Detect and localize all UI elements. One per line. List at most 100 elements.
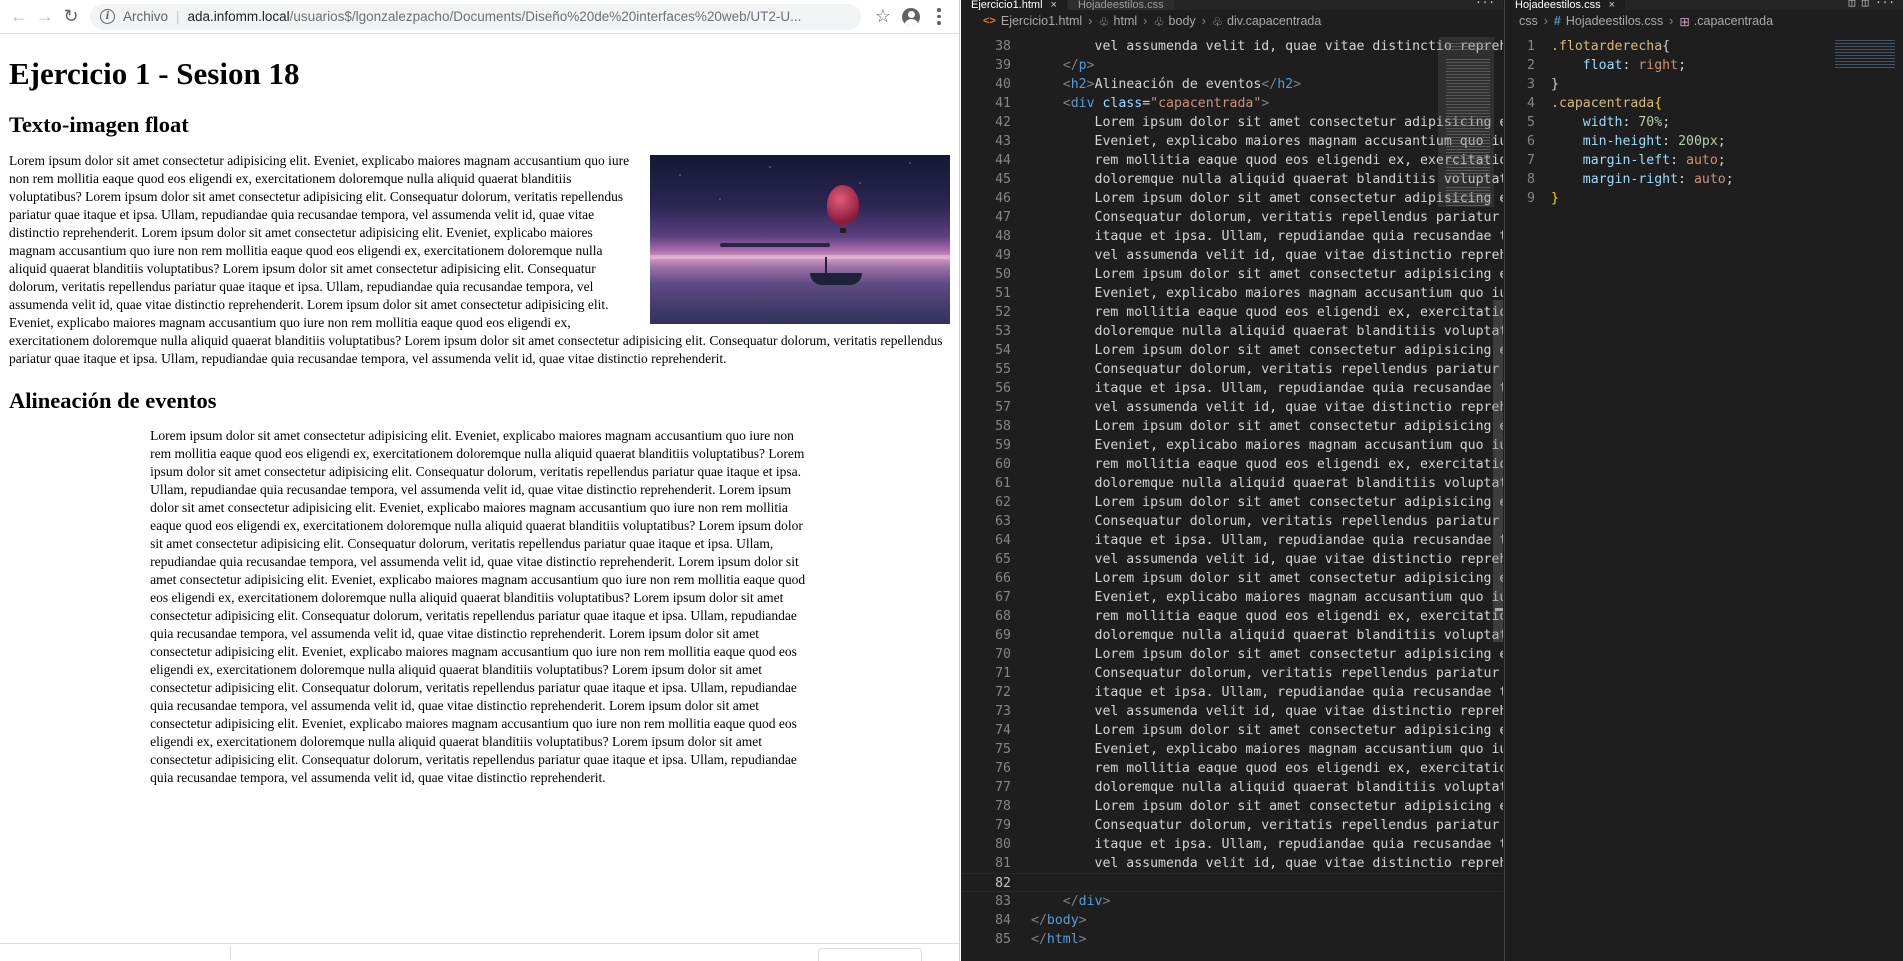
- breadcrumb-div[interactable]: div.capacentrada: [1227, 14, 1321, 28]
- code-line[interactable]: 75 Eveniet, explicabo maiores magnam acc…: [961, 740, 1503, 759]
- code-line[interactable]: 49 vel assumenda velit id, quae vitae di…: [961, 246, 1503, 265]
- code-line[interactable]: 50 Lorem ipsum dolor sit amet consectetu…: [961, 265, 1503, 284]
- code-line[interactable]: 6 min-height: 200px;: [1505, 132, 1903, 151]
- code-line[interactable]: 62 Lorem ipsum dolor sit amet consectetu…: [961, 493, 1503, 512]
- code-line[interactable]: 83 </div>: [961, 892, 1503, 911]
- more-actions-icon[interactable]: ···: [1467, 0, 1503, 10]
- code-line[interactable]: 57 vel assumenda velit id, quae vitae di…: [961, 398, 1503, 417]
- code-line[interactable]: 58 Lorem ipsum dolor sit amet consectetu…: [961, 417, 1503, 436]
- line-number: 44: [995, 153, 1011, 168]
- code-line[interactable]: 4 .capacentrada{: [1505, 94, 1903, 113]
- code-token: </: [1031, 932, 1047, 947]
- minimap[interactable]: [1835, 40, 1895, 70]
- breadcrumb-body[interactable]: body: [1169, 14, 1196, 28]
- tab-hojadeestilos-css[interactable]: Hojadeestilos.css: [1067, 0, 1175, 10]
- code-line[interactable]: 41 <div class="capacentrada">: [961, 94, 1503, 113]
- page-title: Ejercicio 1 - Sesion 18: [9, 56, 300, 91]
- vertical-scrollbar[interactable]: [1493, 300, 1503, 642]
- code-line[interactable]: 40 <h2>Alineación de eventos</h2>: [961, 75, 1503, 94]
- tab-hojadeestilos-css-right[interactable]: Hojadeestilos.css ×: [1505, 0, 1627, 10]
- code-line[interactable]: 72 itaque et ipsa. Ullam, repudiandae qu…: [961, 683, 1503, 702]
- code-line[interactable]: 59 Eveniet, explicabo maiores magnam acc…: [961, 436, 1503, 455]
- code-line[interactable]: 73 vel assumenda velit id, quae vitae di…: [961, 702, 1503, 721]
- info-icon[interactable]: i: [100, 9, 115, 24]
- code-line[interactable]: 45 doloremque nulla aliquid quaerat blan…: [961, 170, 1503, 189]
- code-line[interactable]: 63 Consequatur dolorum, veritatis repell…: [961, 512, 1503, 531]
- code-line[interactable]: 79 Consequatur dolorum, veritatis repell…: [961, 816, 1503, 835]
- line-number: 39: [995, 58, 1011, 73]
- code-token: :: [1678, 172, 1694, 187]
- back-icon[interactable]: ←: [6, 4, 32, 30]
- code-line[interactable]: 76 rem mollitia eaque quod eos eligendi …: [961, 759, 1503, 778]
- code-line[interactable]: 80 itaque et ipsa. Ullam, repudiandae qu…: [961, 835, 1503, 854]
- close-icon[interactable]: ×: [1609, 0, 1615, 10]
- account-icon[interactable]: [897, 4, 925, 30]
- line-number: 54: [995, 343, 1011, 358]
- kebab-menu-icon[interactable]: [925, 4, 953, 30]
- code-line[interactable]: 52 rem mollitia eaque quod eos eligendi …: [961, 303, 1503, 322]
- code-line[interactable]: 42 Lorem ipsum dolor sit amet consectetu…: [961, 113, 1503, 132]
- code-area-html[interactable]: 38 vel assumenda velit id, quae vitae di…: [961, 37, 1503, 961]
- reload-icon[interactable]: ↻: [58, 4, 84, 30]
- line-text: <div class="capacentrada">: [1031, 94, 1503, 113]
- code-line[interactable]: 48 itaque et ipsa. Ullam, repudiandae qu…: [961, 227, 1503, 246]
- breadcrumb-html[interactable]: html: [1114, 14, 1138, 28]
- line-number: 53: [995, 324, 1011, 339]
- code-line[interactable]: 39 </p>: [961, 56, 1503, 75]
- tab-label: Hojadeestilos.css: [1077, 0, 1164, 10]
- code-line[interactable]: 61 doloremque nulla aliquid quaerat blan…: [961, 474, 1503, 493]
- code-line[interactable]: 5 width: 70%;: [1505, 113, 1903, 132]
- code-token: min-height: [1582, 134, 1663, 149]
- address-bar[interactable]: i Archivo | ada.infomm.local /usuarios$/…: [90, 3, 861, 30]
- code-line[interactable]: 54 Lorem ipsum dolor sit amet consectetu…: [961, 341, 1503, 360]
- code-line[interactable]: 44 rem mollitia eaque quod eos eligendi …: [961, 151, 1503, 170]
- download-shelf-item[interactable]: [818, 948, 922, 961]
- code-line[interactable]: 85 </html>: [961, 930, 1503, 949]
- section-heading-alignment: Alineación de eventos: [9, 387, 217, 413]
- code-line[interactable]: 82: [961, 873, 1503, 892]
- star-icon[interactable]: ☆: [869, 4, 897, 30]
- code-line[interactable]: 38 vel assumenda velit id, quae vitae di…: [961, 37, 1503, 56]
- code-line[interactable]: 3}: [1505, 75, 1903, 94]
- close-icon[interactable]: ×: [1051, 0, 1057, 10]
- forward-icon[interactable]: →: [32, 4, 58, 30]
- breadcrumb-folder[interactable]: css: [1519, 14, 1538, 28]
- code-line[interactable]: 46 Lorem ipsum dolor sit amet consectetu…: [961, 189, 1503, 208]
- code-line[interactable]: 84 </body>: [961, 911, 1503, 930]
- code-line[interactable]: 53 doloremque nulla aliquid quaerat blan…: [961, 322, 1503, 341]
- tab-ejercicio1-html[interactable]: Ejercicio1.html ×: [961, 0, 1068, 10]
- code-line[interactable]: 7 margin-left: auto;: [1505, 151, 1903, 170]
- code-line[interactable]: 64 itaque et ipsa. Ullam, repudiandae qu…: [961, 531, 1503, 550]
- code-line[interactable]: 68 rem mollitia eaque quod eos eligendi …: [961, 607, 1503, 626]
- code-line[interactable]: 74 Lorem ipsum dolor sit amet consectetu…: [961, 721, 1503, 740]
- code-area-css[interactable]: 1 .flotarderecha{2 float: right; 3} 4 .capac…: [1505, 37, 1903, 961]
- line-text: Eveniet, explicabo maiores magnam accusa…: [1031, 284, 1503, 303]
- code-line[interactable]: 71 Consequatur dolorum, veritatis repell…: [961, 664, 1503, 683]
- code-line[interactable]: 55 Consequatur dolorum, veritatis repell…: [961, 360, 1503, 379]
- code-line[interactable]: 78 Lorem ipsum dolor sit amet consectetu…: [961, 797, 1503, 816]
- line-number: 70: [995, 647, 1011, 662]
- code-token: >: [1293, 77, 1302, 92]
- code-line[interactable]: 77 doloremque nulla aliquid quaerat blan…: [961, 778, 1503, 797]
- code-line[interactable]: 56 itaque et ipsa. Ullam, repudiandae qu…: [961, 379, 1503, 398]
- breadcrumb-file[interactable]: Ejercicio1.html: [1001, 14, 1082, 28]
- code-line[interactable]: 67 Eveniet, explicabo maiores magnam acc…: [961, 588, 1503, 607]
- code-line[interactable]: 81 vel assumenda velit id, quae vitae di…: [961, 854, 1503, 873]
- code-line[interactable]: 60 rem mollitia eaque quod eos eligendi …: [961, 455, 1503, 474]
- minimap[interactable]: [1436, 37, 1496, 207]
- code-line[interactable]: 51 Eveniet, explicabo maiores magnam acc…: [961, 284, 1503, 303]
- page-viewport: Ejercicio 1 - Sesion 18 Texto-imagen flo…: [0, 35, 959, 943]
- code-line[interactable]: 8 margin-right: auto;: [1505, 170, 1903, 189]
- code-line[interactable]: 66 Lorem ipsum dolor sit amet consectetu…: [961, 569, 1503, 588]
- breadcrumb-file[interactable]: Hojadeestilos.css: [1566, 14, 1663, 28]
- split-editor-icon[interactable]: ◫ ◫ ···: [1841, 0, 1903, 10]
- line-text: min-height: 200px;: [1551, 132, 1903, 151]
- code-line[interactable]: 9}: [1505, 189, 1903, 208]
- code-line[interactable]: 47 Consequatur dolorum, veritatis repell…: [961, 208, 1503, 227]
- code-line[interactable]: 43 Eveniet, explicabo maiores magnam acc…: [961, 132, 1503, 151]
- code-line[interactable]: 65 vel assumenda velit id, quae vitae di…: [961, 550, 1503, 569]
- code-line[interactable]: 69 doloremque nulla aliquid quaerat blan…: [961, 626, 1503, 645]
- line-number: 50: [995, 267, 1011, 282]
- breadcrumb-selector[interactable]: .capacentrada: [1694, 14, 1773, 28]
- code-line[interactable]: 70 Lorem ipsum dolor sit amet consectetu…: [961, 645, 1503, 664]
